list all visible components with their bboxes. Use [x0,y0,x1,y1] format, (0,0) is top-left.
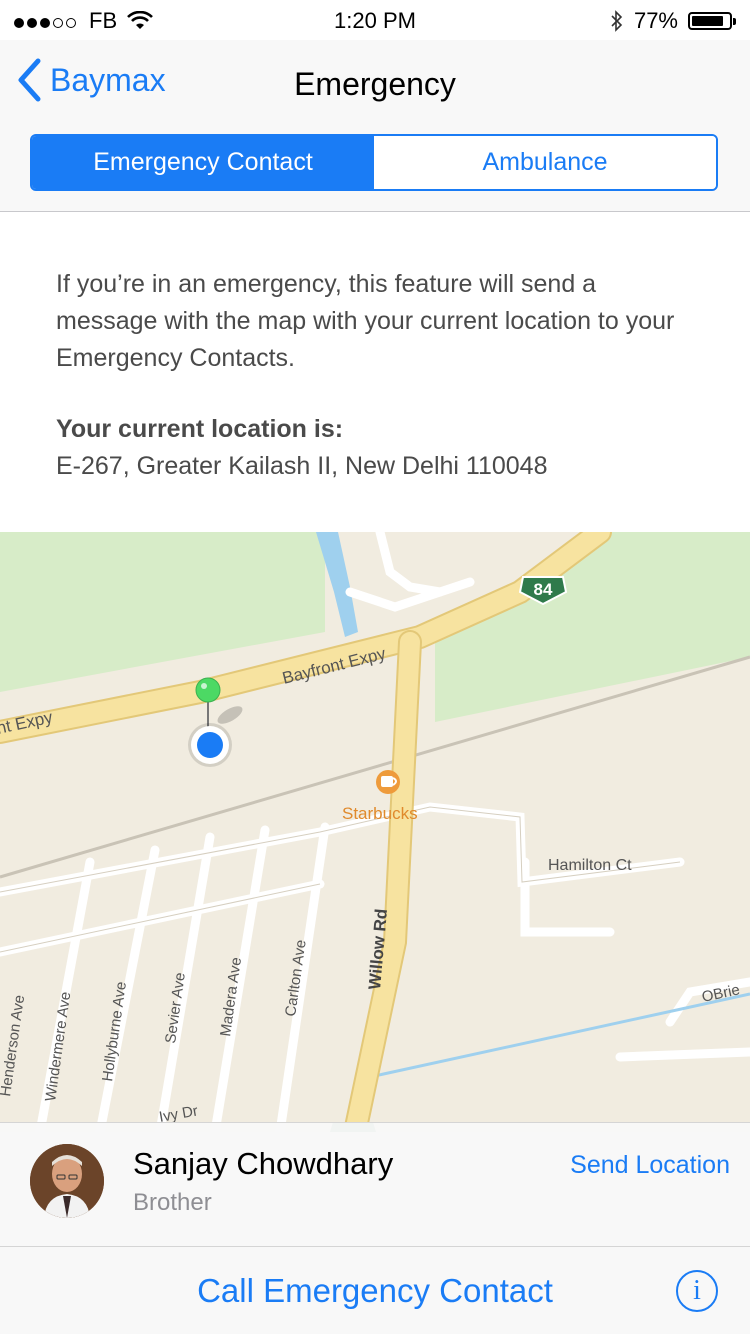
segment-ambulance[interactable]: Ambulance [374,136,716,189]
map-label-hollyburne: Hollyburne Ave [99,981,130,1083]
contact-relation: Brother [133,1189,212,1216]
description-text: If you’re in an emergency, this feature … [56,270,675,372]
page-title: Emergency [294,66,456,102]
call-emergency-contact-button[interactable]: Call Emergency Contact [0,1272,750,1310]
map-label-henderson: Henderson Ave [0,994,28,1098]
info-icon[interactable]: i [676,1270,718,1312]
send-location-button[interactable]: Send Location [570,1151,730,1180]
railroad-line [0,655,750,879]
location-value: E-267, Greater Kailash II, New Delhi 110… [56,452,548,480]
divider [0,1246,750,1247]
battery-percent: 77% [633,8,678,33]
battery-icon [688,12,736,30]
park-area-right [435,532,750,722]
segment-emergency-contact[interactable]: Emergency Contact [32,136,374,189]
bluetooth-icon [611,10,623,32]
segmented-control: Emergency Contact Ambulance [30,134,718,191]
status-right: 77% [610,8,736,34]
status-bar: FB 1:20 PM 77% [0,0,750,40]
map-label-hamilton: Hamilton Ct [548,857,632,874]
coffee-icon[interactable] [376,770,400,794]
map-label-windermere: Windermere Ave [42,991,74,1103]
map-label-starbucks: Starbucks [342,804,418,823]
map-canvas[interactable]: 84 Bayfront Expy nt Expy Starbucks Hamil… [0,532,750,1132]
highway-shield-number: 84 [534,580,553,599]
avatar [30,1144,104,1218]
location-label: Your current location is: [56,415,344,443]
map-view[interactable]: 84 Bayfront Expy nt Expy Starbucks Hamil… [0,532,750,1132]
avatar-image [30,1144,104,1218]
current-location-icon[interactable] [188,723,232,767]
creek-line [369,992,750,1079]
contact-name: Sanjay Chowdhary [133,1146,394,1181]
